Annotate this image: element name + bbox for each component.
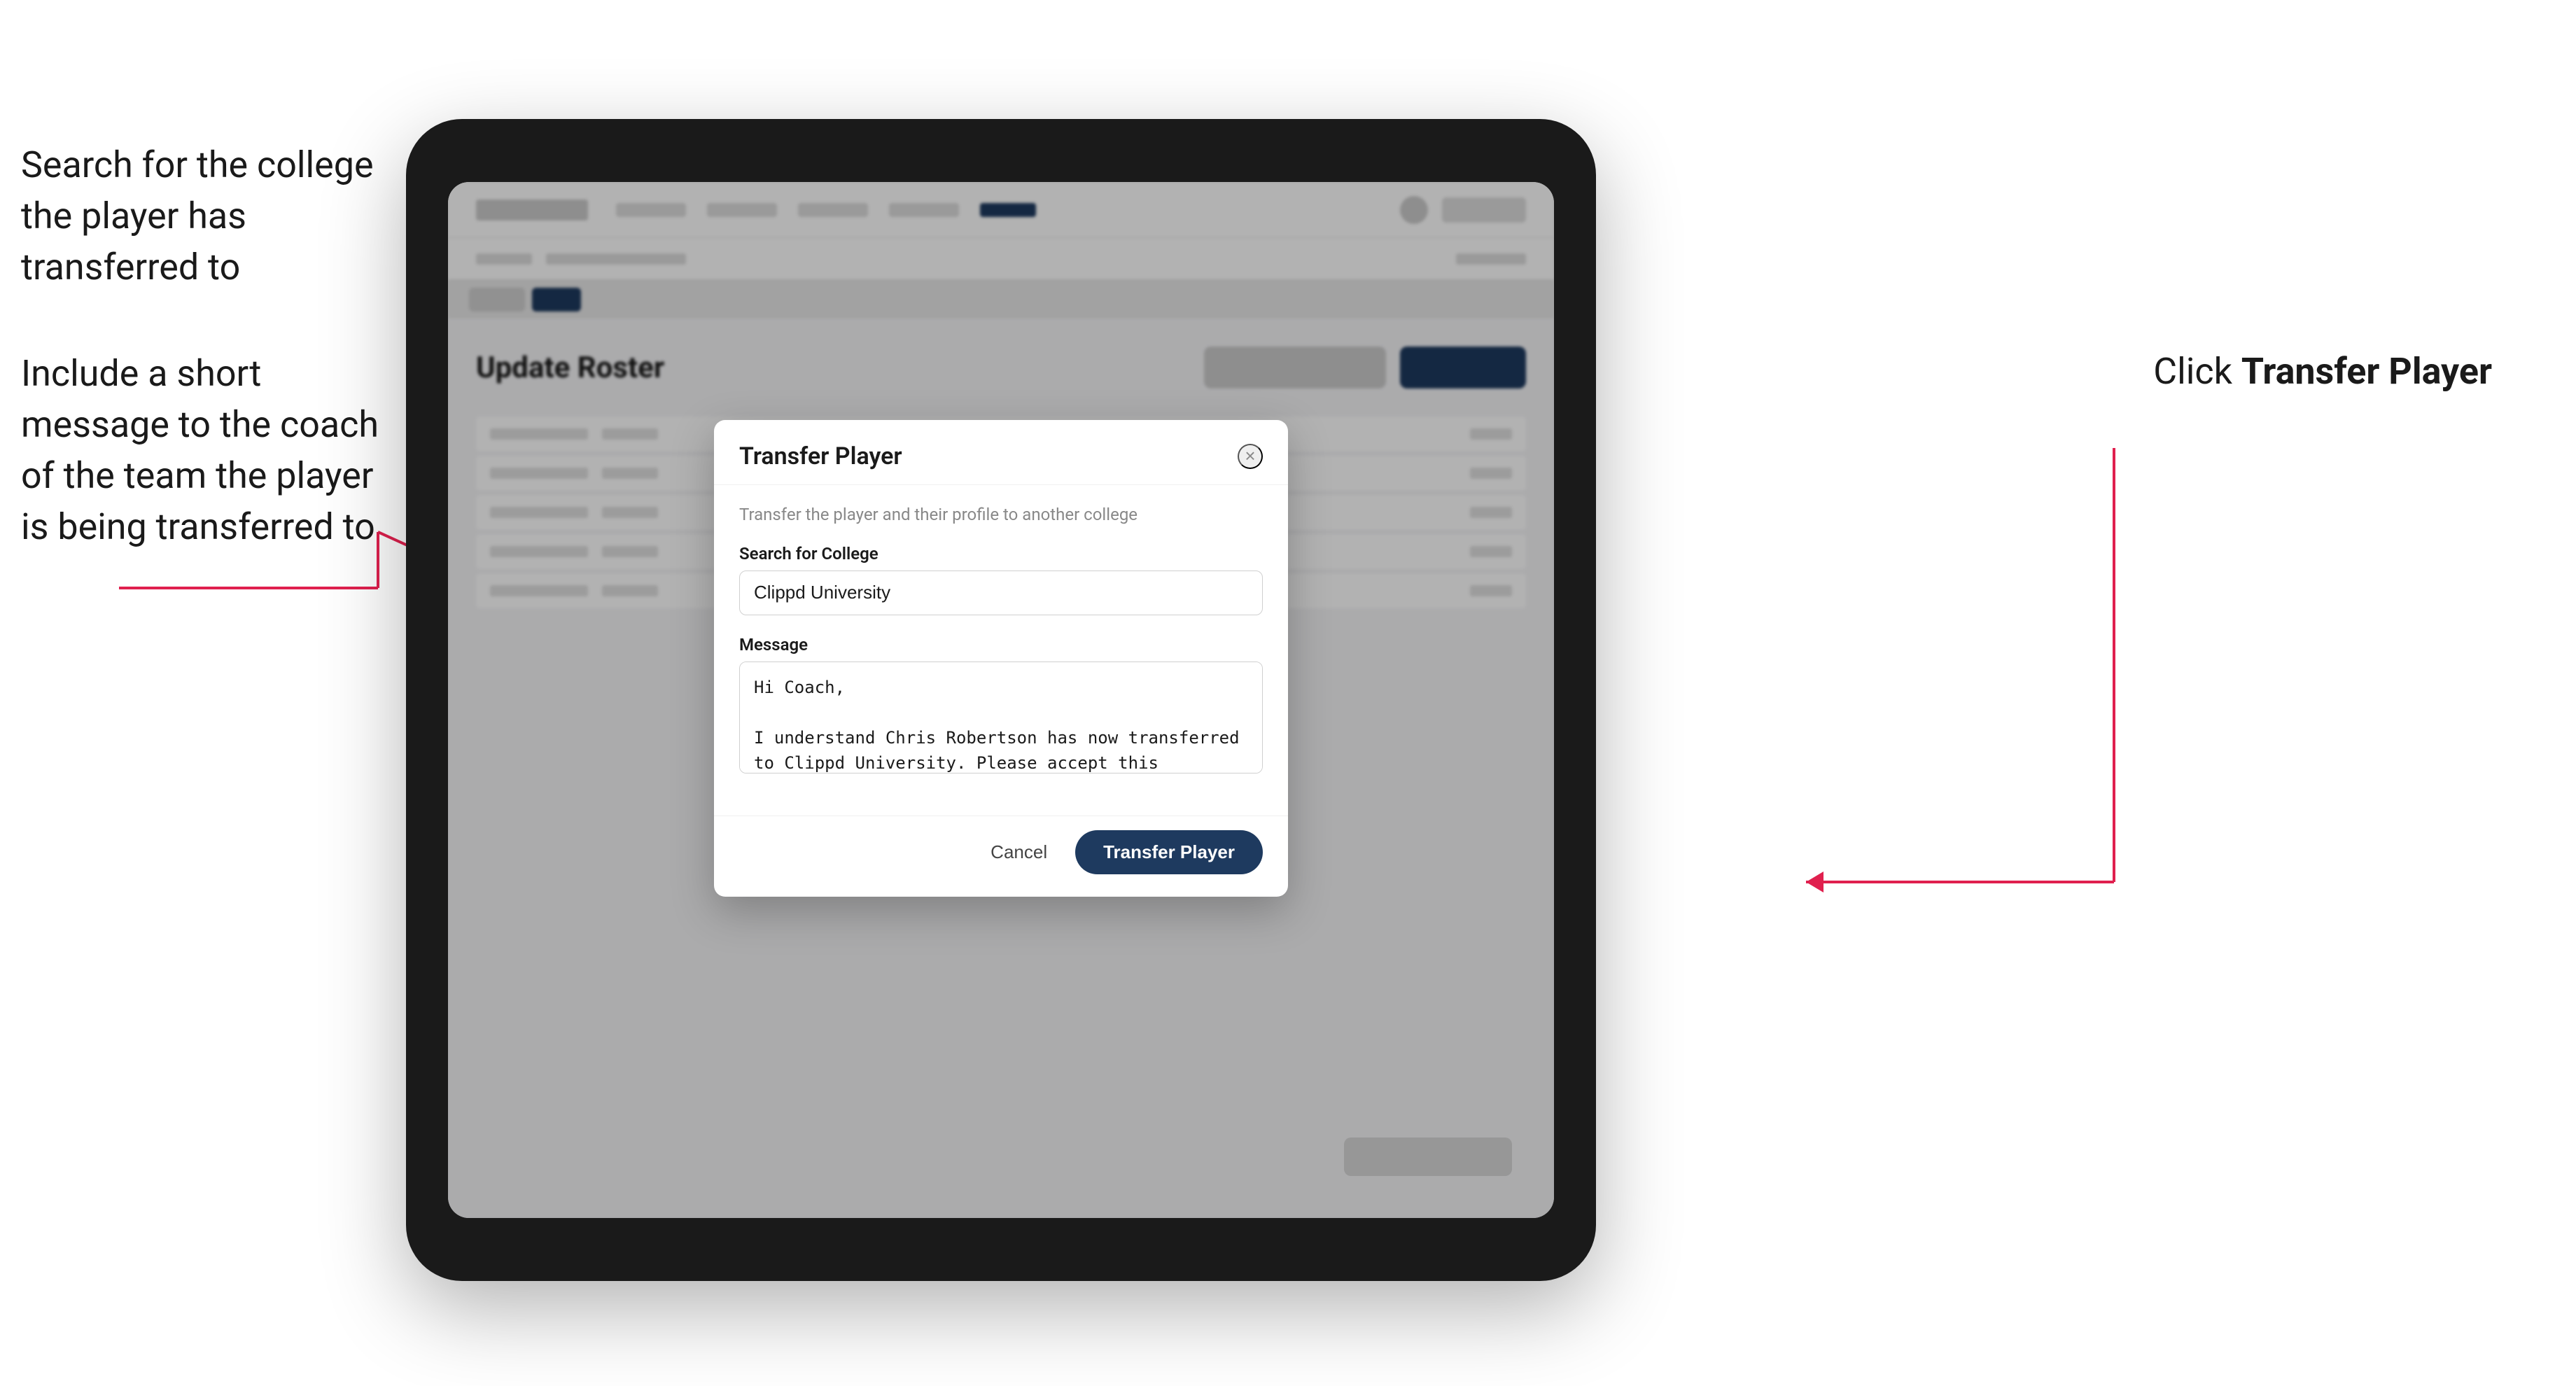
transfer-player-button[interactable]: Transfer Player	[1075, 830, 1263, 874]
tablet-device: Update Roster	[406, 119, 1596, 1281]
annotation-left: Search for the college the player has tr…	[21, 140, 385, 553]
annotation-right: Click Transfer Player	[2153, 350, 2492, 393]
modal-header: Transfer Player ×	[714, 420, 1288, 485]
modal-overlay: Transfer Player × Transfer the player an…	[448, 182, 1554, 1218]
annotation-text-2: Include a short message to the coach of …	[21, 352, 379, 547]
modal-footer: Cancel Transfer Player	[714, 816, 1288, 897]
transfer-player-modal: Transfer Player × Transfer the player an…	[714, 420, 1288, 897]
search-college-input[interactable]	[739, 570, 1263, 615]
message-textarea[interactable]: Hi Coach, I understand Chris Robertson h…	[739, 662, 1263, 774]
annotation-text-right-bold: Transfer Player	[2241, 350, 2492, 393]
annotation-text-1: Search for the college the player has tr…	[21, 144, 374, 288]
message-group: Message Hi Coach, I understand Chris Rob…	[739, 635, 1263, 776]
modal-title: Transfer Player	[739, 442, 902, 470]
tablet-screen: Update Roster	[448, 182, 1554, 1218]
search-college-group: Search for College	[739, 544, 1263, 615]
message-label: Message	[739, 635, 1263, 654]
modal-description: Transfer the player and their profile to…	[739, 505, 1263, 524]
annotation-text-right: Click	[2153, 350, 2241, 393]
search-college-label: Search for College	[739, 544, 1263, 564]
modal-close-button[interactable]: ×	[1238, 444, 1263, 469]
cancel-button[interactable]: Cancel	[976, 834, 1061, 870]
modal-body: Transfer the player and their profile to…	[714, 485, 1288, 816]
